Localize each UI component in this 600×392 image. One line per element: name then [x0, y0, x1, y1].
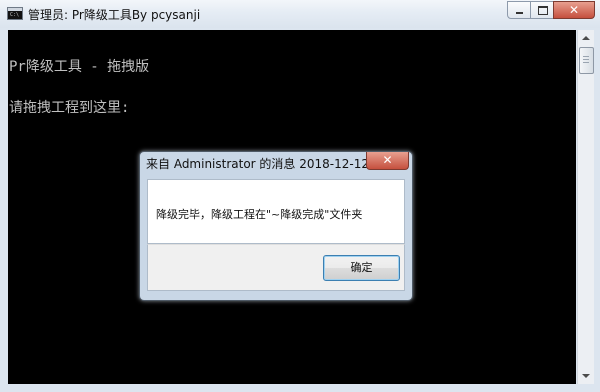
maximize-button[interactable] — [530, 1, 554, 19]
close-button[interactable]: ✕ — [553, 1, 595, 19]
ok-button[interactable]: 确定 — [323, 255, 400, 281]
title-bar[interactable]: C:\ 管理员: Pr降级工具By pcysanji ✕ — [0, 0, 600, 28]
console-line-title: Pr降级工具 - 拖拽版 — [9, 59, 150, 75]
window-title: 管理员: Pr降级工具By pcysanji — [28, 8, 201, 22]
scrollbar-thumb[interactable] — [579, 47, 594, 74]
scroll-down-arrow-icon[interactable] — [578, 368, 594, 384]
console-icon-bar — [8, 8, 22, 11]
dialog-body: 降级完毕，降级工程在"~降级完成"文件夹 — [147, 179, 405, 244]
dialog-message: 降级完毕，降级工程在"~降级完成"文件夹 — [156, 208, 363, 221]
close-icon: ✕ — [382, 153, 393, 167]
close-icon: ✕ — [568, 3, 580, 17]
message-dialog: 来自 Administrator 的消息 2018-12-12 15... ✕ … — [139, 151, 413, 301]
vertical-scrollbar[interactable] — [577, 30, 594, 384]
console-icon-text: C:\ — [10, 12, 20, 18]
scroll-up-arrow-icon[interactable] — [578, 30, 594, 46]
minimize-button[interactable] — [507, 1, 531, 19]
dialog-close-button[interactable]: ✕ — [366, 152, 409, 170]
console-line-prompt: 请拖拽工程到这里: — [9, 100, 130, 116]
dialog-title: 来自 Administrator 的消息 2018-12-12 15... — [146, 157, 400, 171]
console-icon[interactable]: C:\ — [7, 7, 23, 20]
dialog-footer: 确定 — [147, 244, 405, 291]
